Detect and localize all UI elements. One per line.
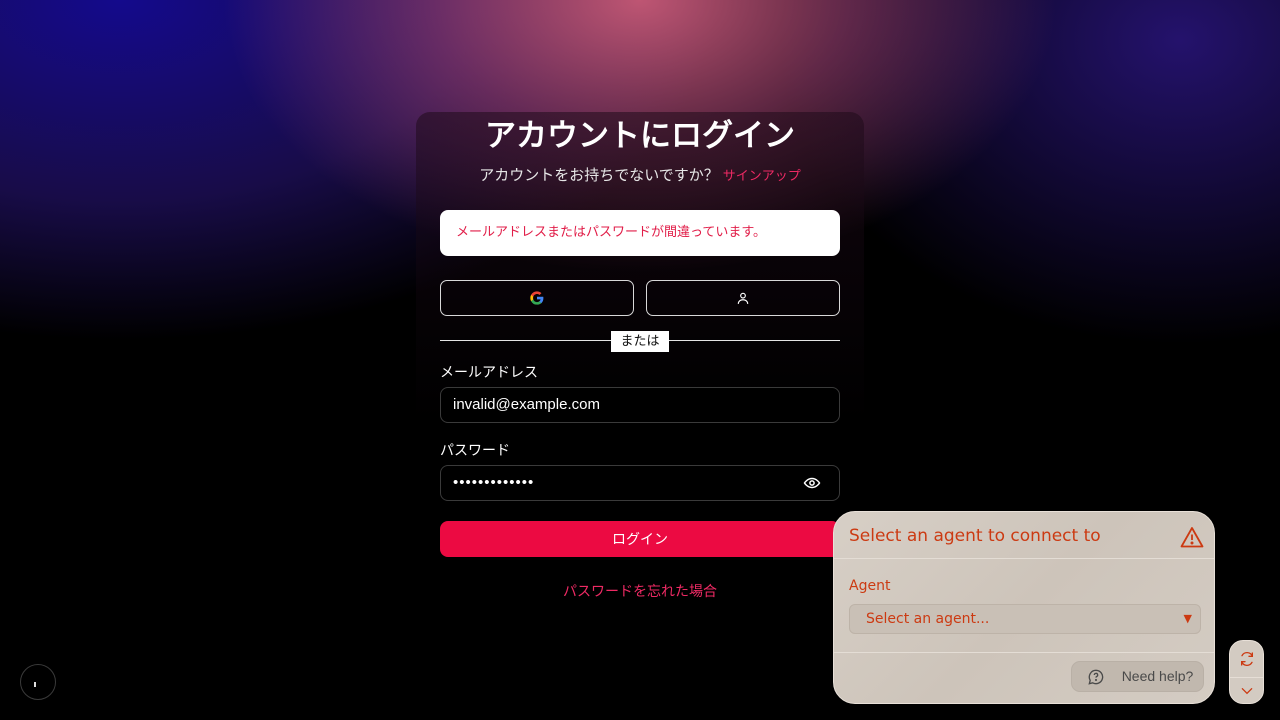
signup-link[interactable]: サインアップ xyxy=(723,169,801,184)
google-login-button[interactable] xyxy=(440,280,634,316)
user-icon xyxy=(737,292,749,304)
password-field[interactable]: ••••••••••••• xyxy=(440,465,840,501)
email-field[interactable]: invalid@example.com xyxy=(440,387,840,423)
error-message: メールアドレスまたはパスワードが間違っています。 xyxy=(440,210,840,256)
forgot-password-link[interactable]: パスワードを忘れた場合 xyxy=(440,581,840,601)
agent-select[interactable]: Select an agent... ▼ xyxy=(849,604,1201,634)
need-help-label: Need help? xyxy=(1121,668,1194,684)
password-label: パスワード xyxy=(440,443,510,459)
google-icon xyxy=(530,291,544,305)
divider-text: または xyxy=(611,331,669,352)
warning-icon xyxy=(1180,527,1204,548)
agent-label: Agent xyxy=(849,578,891,594)
agent-panel: Select an agent to connect to Agent Sele… xyxy=(833,511,1215,704)
loading-indicator xyxy=(20,664,56,700)
chat-help-icon xyxy=(1088,669,1104,685)
panel-divider xyxy=(834,652,1214,653)
email-label: メールアドレス xyxy=(440,365,538,381)
agent-select-value: Select an agent... xyxy=(866,611,990,627)
no-account-text: アカウントをお持ちでないですか？ xyxy=(479,166,719,184)
agent-panel-title: Select an agent to connect to xyxy=(849,526,1101,546)
refresh-icon[interactable] xyxy=(1239,651,1255,667)
agent-panel-header: Select an agent to connect to xyxy=(834,512,1214,559)
side-controls-divider xyxy=(1230,677,1263,678)
signup-prompt: アカウントをお持ちでないですか？ サインアップ xyxy=(416,164,864,185)
page-title: アカウントにログイン xyxy=(485,118,795,154)
guest-login-button[interactable] xyxy=(646,280,840,316)
login-button[interactable]: ログイン xyxy=(440,521,840,557)
chevron-down-icon[interactable] xyxy=(1240,685,1254,697)
eye-icon[interactable] xyxy=(802,474,822,492)
side-controls xyxy=(1229,640,1264,704)
chevron-down-icon: ▼ xyxy=(1183,612,1192,625)
need-help-button[interactable]: Need help? xyxy=(1071,661,1204,692)
